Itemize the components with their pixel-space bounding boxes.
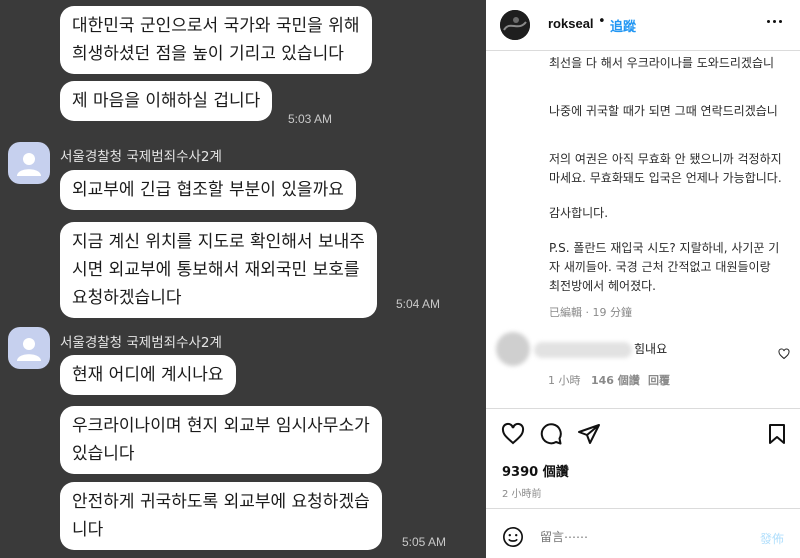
comment-like-heart-icon[interactable] [778,348,790,360]
sender-name: 서울경찰청 국제범죄수사2계 [60,149,222,165]
message-bubble: 제 마음을 이해하실 겁니다 [60,81,273,121]
post-comment-button[interactable]: 發佈 [760,530,784,547]
comment-box-divider [486,508,800,509]
separator-dot: • [598,14,606,29]
sender-avatar[interactable] [8,327,50,369]
message-line: 우크라이나이며 현지 외교부 임시사무소가 [72,416,370,436]
caption-line: 최전방에서 헤어졌다. [549,279,656,293]
comment-bubble-icon[interactable] [539,422,563,446]
comment-time: 1 小時 [548,374,581,387]
edited-separator: · [585,306,590,319]
emoji-smile-icon[interactable] [502,526,524,548]
person-icon [17,153,41,176]
message-line: 제 마음을 이해하실 겁니다 [72,91,261,111]
sender-avatar[interactable] [8,142,50,184]
follow-button[interactable]: 追蹤 [610,16,636,35]
commenter-name-redacted [534,342,632,358]
reply-button[interactable]: 回覆 [648,372,670,388]
caption-line: 저의 여권은 아직 무효화 안 됐으니까 걱정하지 [549,152,782,166]
message-bubble: 우크라이나이며 현지 외교부 임시사무소가 있습니다 [60,406,382,474]
message-line: 희생하셨던 점을 높이 기리고 있습니다 [72,44,344,64]
caption-line: P.S. 폴란드 재입국 시도? 지랄하네, 사기꾼 기 [549,241,780,255]
message-time: 5:05 AM [402,535,447,549]
message-bubble: 현재 어디에 계시나요 [60,355,236,395]
more-options-icon[interactable] [767,20,783,24]
username-link[interactable]: rokseal [548,16,594,31]
comment-text: 힘내요 [634,342,668,356]
instagram-post-panel: rokseal • 追蹤 최선을 다 해서 우크라이나를 도와드리겠습니 나중에… [486,0,800,558]
message-time: 5:03 AM [288,112,333,126]
message-line: 지금 계신 위치를 지도로 확인해서 보내주 [72,232,365,252]
caption-line: 자 새끼들아. 국경 근처 간적없고 대원들이랑 [549,260,771,274]
message-line: 있습니다 [72,444,135,464]
likes-count[interactable]: 9390 個讚 [502,461,569,480]
message-line: 외교부에 긴급 협조할 부분이 있을까요 [72,180,344,200]
caption-line: 마세요. 무효화돼도 입국은 언제나 가능합니다. [549,171,782,185]
profile-photo-icon [500,10,530,40]
message-bubble: 안전하게 귀국하도록 외교부에 요청하겠습 니다 [60,482,382,550]
edited-label: 已編輯 [549,306,582,319]
chat-panel: 대한민국 군인으로서 국가와 국민을 위해 희생하셨던 점을 높이 기리고 있습… [0,0,486,558]
like-heart-icon[interactable] [501,422,525,446]
profile-avatar[interactable] [500,10,530,40]
bookmark-icon[interactable] [765,422,789,446]
post-header: rokseal • 追蹤 [486,0,800,50]
posted-time: 2 小時前 [502,489,542,500]
caption-line: 최선을 다 해서 우크라이나를 도와드리겠습니 [549,56,775,70]
actions-divider [486,408,800,409]
person-icon [17,338,41,361]
sender-name: 서울경찰청 국제범죄수사2계 [60,335,222,351]
message-line: 시면 외교부에 통보해서 재외국민 보호를 [72,260,360,280]
caption-line: 감사합니다. [549,206,609,220]
message-line: 요청하겠습니다 [72,288,182,308]
comment-likes[interactable]: 146 個讚 [591,372,640,388]
commenter-avatar[interactable] [496,332,530,366]
message-bubble: 대한민국 군인으로서 국가와 국민을 위해 희생하셨던 점을 높이 기리고 있습… [60,6,372,74]
message-line: 니다 [72,520,104,540]
header-divider [486,50,800,51]
edited-meta: 已編輯 · 19 分鐘 [549,304,632,320]
share-send-icon[interactable] [577,422,601,446]
message-line: 현재 어디에 계시나요 [72,365,224,385]
message-time: 5:04 AM [396,297,441,311]
caption-line: 나중에 귀국할 때가 되면 그때 연락드리겠습니 [549,104,778,118]
edited-time: 19 分鐘 [592,306,633,319]
message-line: 대한민국 군인으로서 국가와 국민을 위해 [72,16,360,36]
message-bubble: 지금 계신 위치를 지도로 확인해서 보내주 시면 외교부에 통보해서 재외국민… [60,222,377,318]
message-bubble: 외교부에 긴급 협조할 부분이 있을까요 [60,170,356,210]
message-line: 안전하게 귀국하도록 외교부에 요청하겠습 [72,492,370,512]
comment-input[interactable] [540,530,720,544]
